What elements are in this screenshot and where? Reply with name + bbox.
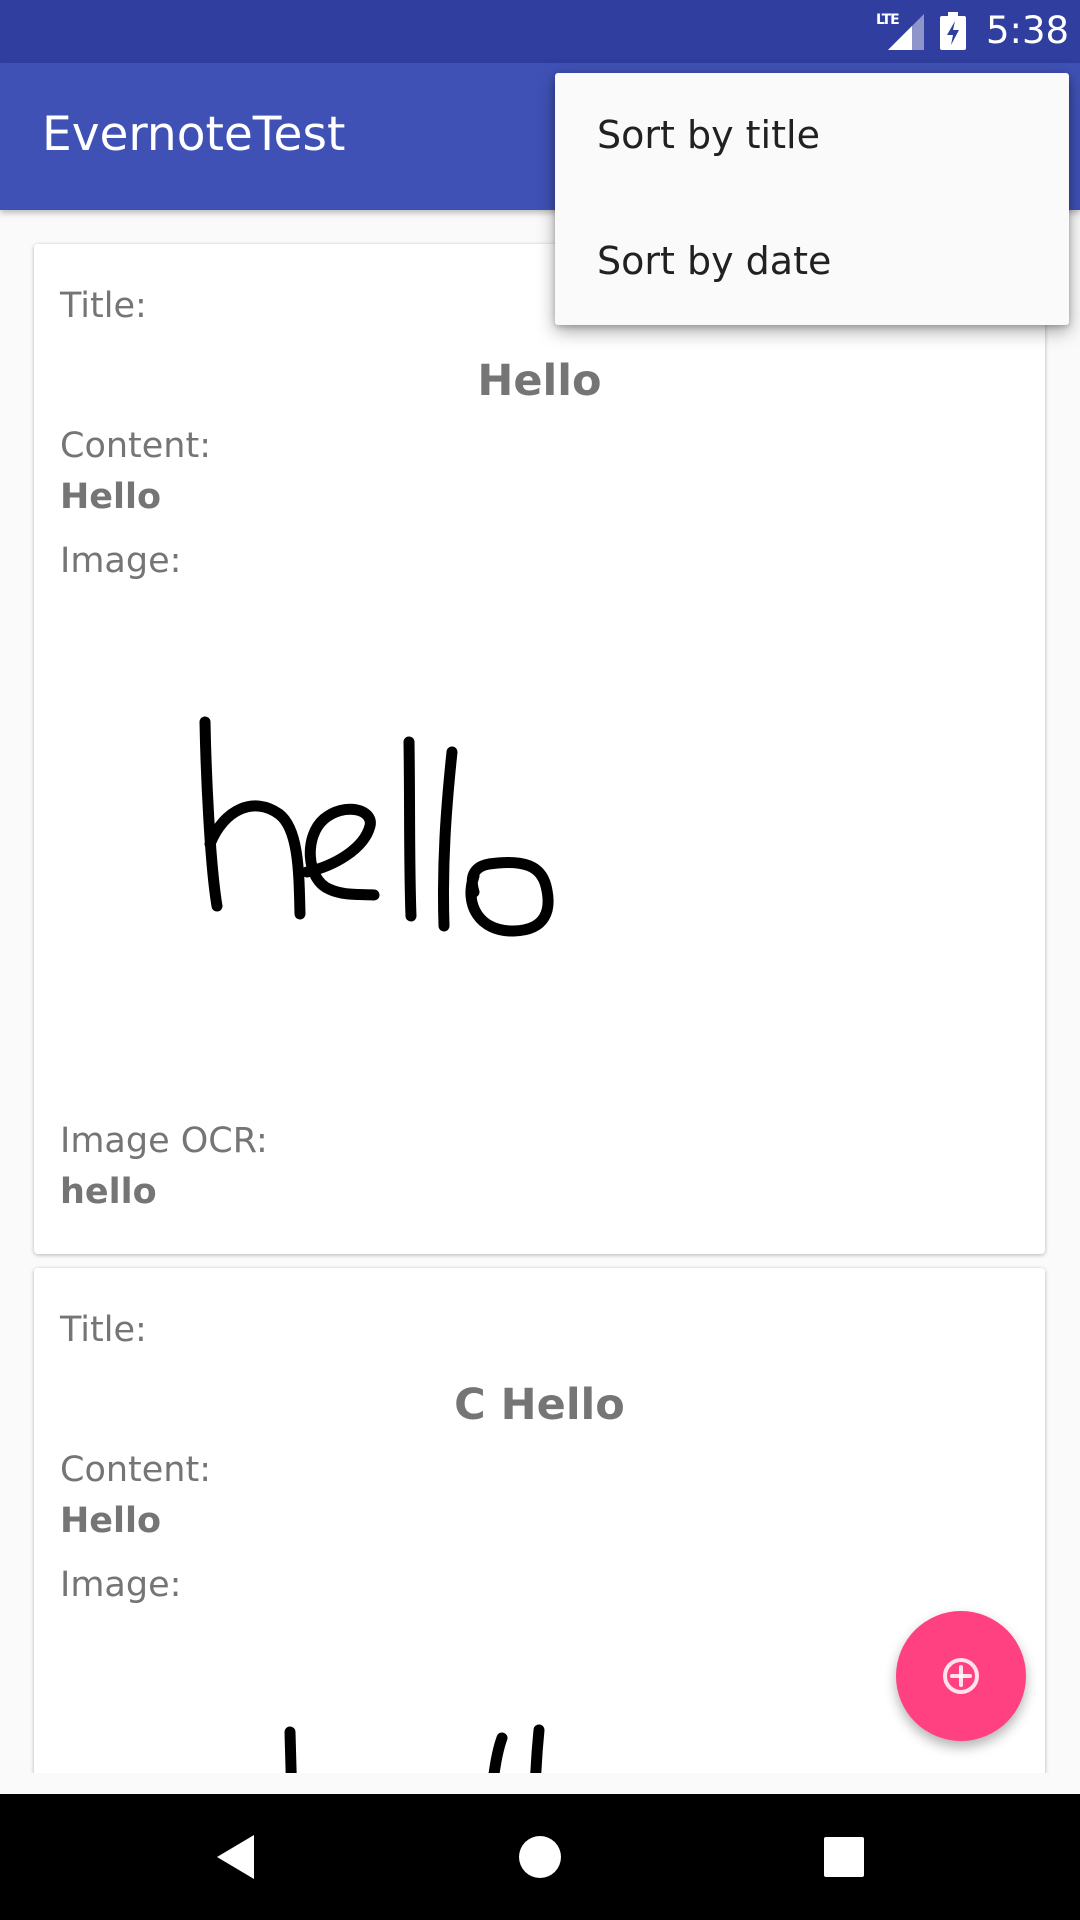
note-title: C Hello [454,1380,625,1430]
battery-charging-icon [940,12,966,50]
note-image-handwriting [284,1724,545,1773]
content-label: Content: [60,1450,211,1490]
menu-item-sort-by-date[interactable]: Sort by date [555,199,1069,325]
title-label: Title: [60,286,147,326]
navigation-bar [0,1794,1080,1920]
note-title: Hello [477,356,602,406]
image-ocr-value: hello [60,1172,157,1212]
back-icon [217,1835,254,1879]
home-button[interactable] [460,1794,620,1920]
note-content: Hello [60,477,162,517]
menu-item-sort-by-title[interactable]: Sort by title [555,73,1069,199]
menu-item-label: Sort by date [597,239,832,283]
back-button[interactable] [157,1794,317,1920]
image-label: Image: [60,1565,182,1605]
content-label: Content: [60,426,211,466]
add-circle-icon [943,1658,979,1694]
recents-button[interactable] [764,1794,924,1920]
screen: LTE 5:38 EvernoteTest Title: Hello Conte… [0,0,1080,1920]
menu-item-label: Sort by title [597,113,820,157]
recents-icon [824,1837,864,1877]
home-icon [519,1836,561,1878]
note-card[interactable]: Title: C Hello Content: Hello Image: [34,1268,1045,1773]
app-title: EvernoteTest [42,107,346,162]
status-time: 5:38 [986,9,1070,52]
overflow-menu: Sort by title Sort by date [555,73,1069,325]
title-label: Title: [60,1310,147,1350]
notes-list[interactable]: Title: Hello Content: Hello Image: Image… [0,210,1080,1773]
note-content: Hello [60,1501,162,1541]
note-image-handwriting [199,716,554,937]
image-label: Image: [60,541,182,581]
note-card[interactable]: Title: Hello Content: Hello Image: Image… [34,244,1045,1254]
signal-icon [888,14,924,50]
add-note-fab[interactable] [896,1611,1026,1741]
status-bar: LTE 5:38 [0,0,1080,63]
image-ocr-label: Image OCR: [60,1121,268,1161]
